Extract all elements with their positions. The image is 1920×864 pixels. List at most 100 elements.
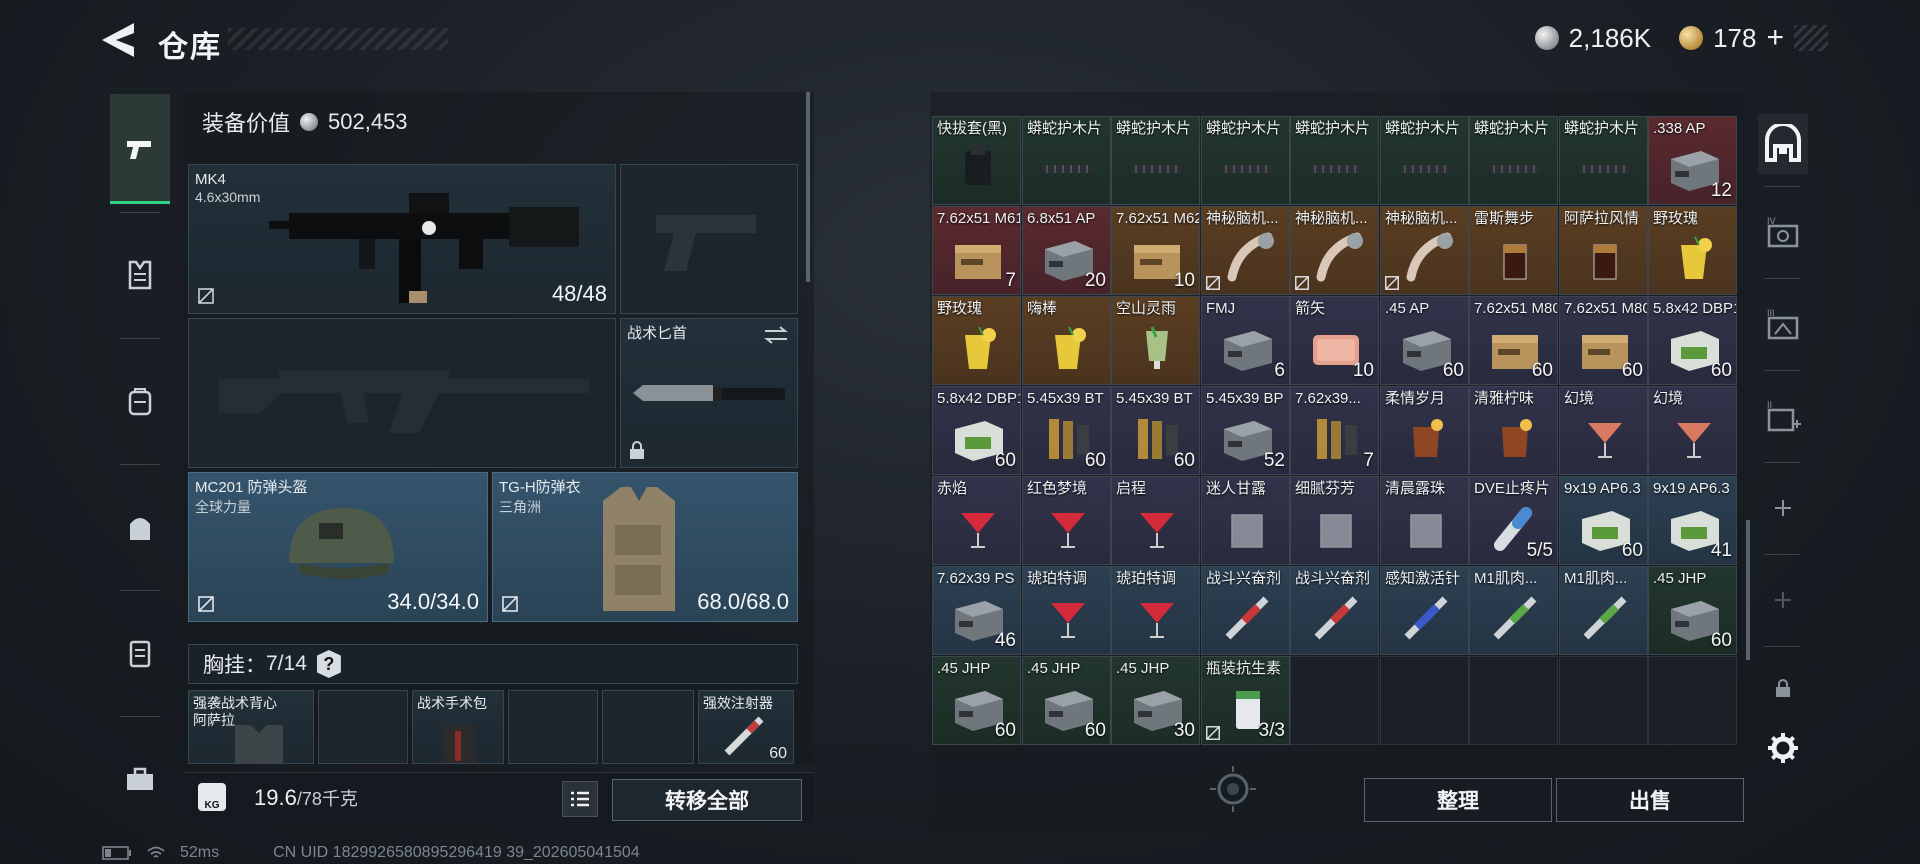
locked-storage[interactable] (1758, 658, 1808, 718)
tab-weapons[interactable] (110, 94, 170, 204)
storage-item[interactable]: 战斗兴奋剂 (1201, 566, 1290, 655)
tab-main-storage[interactable] (1758, 114, 1808, 174)
storage-item[interactable]: 幻境 (1559, 386, 1648, 475)
storage-item[interactable]: 蟒蛇护木片 (1469, 116, 1558, 205)
storage-item[interactable]: 柔情岁月 (1380, 386, 1469, 475)
rig-help-button[interactable]: ? (316, 650, 341, 678)
storage-item[interactable]: .45 JHP 60 (1648, 566, 1737, 655)
rig-slot-vest[interactable]: 强袭战术背心 阿萨拉 (188, 690, 314, 764)
storage-item[interactable]: 快拔套(黑) (932, 116, 1021, 205)
storage-item[interactable]: 战斗兴奋剂 (1290, 566, 1379, 655)
storage-item[interactable]: 野玫瑰 (932, 296, 1021, 385)
secondary-weapon-slot[interactable] (188, 318, 616, 468)
storage-item[interactable]: 阿萨拉风情 (1559, 206, 1648, 295)
storage-item[interactable]: 嗨棒 (1022, 296, 1111, 385)
storage-item[interactable]: 幻境 (1648, 386, 1737, 475)
storage-item[interactable]: 感知激活针 (1380, 566, 1469, 655)
storage-item[interactable]: M1肌肉... (1469, 566, 1558, 655)
storage-item[interactable]: 7.62x39... 7 (1290, 386, 1379, 475)
empty-storage-cell[interactable] (1469, 656, 1558, 745)
sort-button[interactable]: 整理 (1364, 778, 1552, 822)
tab-toolbox[interactable] (110, 724, 170, 834)
storage-item[interactable]: 7.62x39 PS 46 (932, 566, 1021, 655)
storage-item[interactable]: 赤焰 (932, 476, 1021, 565)
storage-item[interactable]: FMJ 6 (1201, 296, 1290, 385)
storage-item[interactable]: 7.62x51 M62 10 (1111, 206, 1200, 295)
add-storage-button[interactable] (1758, 478, 1808, 538)
rig-slot-medkit[interactable]: 战术手术包 (412, 690, 504, 764)
empty-storage-cell[interactable] (1290, 656, 1379, 745)
empty-storage-cell[interactable] (1559, 656, 1648, 745)
storage-item[interactable]: 5.45x39 BT 60 (1022, 386, 1111, 475)
storage-item[interactable]: 琥珀特调 (1111, 566, 1200, 655)
empty-storage-cell[interactable] (1648, 656, 1737, 745)
storage-item[interactable]: 5.8x42 DBP10 60 (1648, 296, 1737, 385)
storage-item[interactable]: 迷人甘露 (1201, 476, 1290, 565)
primary-weapon-slot[interactable]: MK4 4.6x30mm 48/48 (188, 164, 616, 314)
add-gold-button[interactable]: + (1766, 21, 1784, 55)
storage-item[interactable]: 箭矢 10 (1290, 296, 1379, 385)
tab-storage-3[interactable]: III (1758, 294, 1808, 354)
rig-slot-empty[interactable] (318, 690, 408, 764)
back-button[interactable] (100, 20, 146, 60)
rig-slot-empty[interactable] (602, 690, 694, 764)
storage-item[interactable]: 野玫瑰 (1648, 206, 1737, 295)
settings-button[interactable] (1758, 718, 1808, 778)
tab-container[interactable] (110, 598, 170, 708)
storage-item[interactable]: 7.62x51 M61 7 (932, 206, 1021, 295)
storage-item[interactable]: 7.62x51 M80 60 (1469, 296, 1558, 385)
storage-item[interactable]: 蟒蛇护木片 (1380, 116, 1469, 205)
armor-slot[interactable]: TG-H防弹衣 三角洲 68.0/68.0 (492, 472, 798, 622)
tab-bag[interactable] (110, 472, 170, 582)
sell-button[interactable]: 出售 (1556, 778, 1744, 822)
storage-item[interactable]: 蟒蛇护木片 (1290, 116, 1379, 205)
storage-item[interactable]: 蟒蛇护木片 (1559, 116, 1648, 205)
storage-item[interactable]: .338 AP 12 (1648, 116, 1737, 205)
rig-slot-injector[interactable]: 强效注射器 60 (698, 690, 794, 764)
list-view-button[interactable] (562, 781, 598, 817)
storage-item[interactable]: .45 JHP 60 (1022, 656, 1111, 745)
tab-armor[interactable] (110, 220, 170, 330)
storage-item[interactable]: 蟒蛇护木片 (1022, 116, 1111, 205)
storage-item[interactable]: 瓶装抗生素 3/3 (1201, 656, 1290, 745)
storage-item[interactable]: 启程 (1111, 476, 1200, 565)
storage-item[interactable]: 5.45x39 BP 52 (1201, 386, 1290, 475)
swap-icon[interactable] (763, 325, 789, 345)
storage-item[interactable]: M1肌肉... (1559, 566, 1648, 655)
storage-item[interactable]: 空山灵雨 (1111, 296, 1200, 385)
storage-item[interactable]: 5.45x39 BT 60 (1111, 386, 1200, 475)
storage-scrollbar[interactable] (1746, 520, 1750, 660)
storage-item[interactable]: 5.8x42 DBP10 60 (932, 386, 1021, 475)
storage-item[interactable]: 7.62x51 M80 60 (1559, 296, 1648, 385)
storage-item[interactable]: 清雅柠味 (1469, 386, 1558, 475)
storage-item[interactable]: 蟒蛇护木片 (1111, 116, 1200, 205)
storage-item[interactable]: .45 JHP 30 (1111, 656, 1200, 745)
rig-slot-empty[interactable] (508, 690, 598, 764)
storage-item[interactable]: 红色梦境 (1022, 476, 1111, 565)
storage-item[interactable]: .45 JHP 60 (932, 656, 1021, 745)
add-storage-button[interactable] (1758, 570, 1808, 630)
loadout-scrollbar[interactable] (806, 92, 810, 282)
pistol-slot[interactable] (620, 164, 798, 314)
tab-storage-2[interactable]: II (1758, 386, 1808, 446)
storage-item[interactable]: 9x19 AP6.3 60 (1559, 476, 1648, 565)
storage-item[interactable]: DVE止疼片 5/5 (1469, 476, 1558, 565)
melee-slot[interactable]: 战术匕首 (620, 318, 798, 468)
tab-backpack[interactable] (110, 346, 170, 456)
storage-item[interactable]: .45 AP 60 (1380, 296, 1469, 385)
storage-item[interactable]: 6.8x51 AP 20 (1022, 206, 1111, 295)
storage-item[interactable]: 蟒蛇护木片 (1201, 116, 1290, 205)
storage-item[interactable]: 琥珀特调 (1022, 566, 1111, 655)
glass-icon (1410, 514, 1442, 548)
transfer-all-button[interactable]: 转移全部 (612, 779, 802, 821)
storage-item[interactable]: 9x19 AP6.3 41 (1648, 476, 1737, 565)
storage-item[interactable]: 神秘脑机... (1290, 206, 1379, 295)
empty-storage-cell[interactable] (1380, 656, 1469, 745)
storage-item[interactable]: 雷斯舞步 (1469, 206, 1558, 295)
tab-storage-4[interactable]: IV (1758, 202, 1808, 262)
storage-item[interactable]: 细腻芬芳 (1290, 476, 1379, 565)
storage-item[interactable]: 清晨露珠 (1380, 476, 1469, 565)
storage-item[interactable]: 神秘脑机... (1201, 206, 1290, 295)
helmet-slot[interactable]: MC201 防弹头盔 全球力量 34.0/34.0 (188, 472, 488, 622)
storage-item[interactable]: 神秘脑机... (1380, 206, 1469, 295)
